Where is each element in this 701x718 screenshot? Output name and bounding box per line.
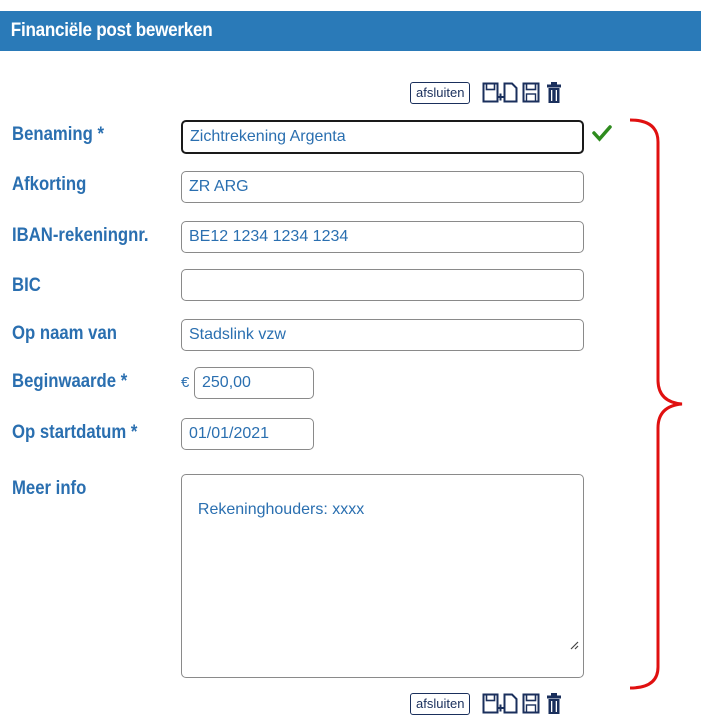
top-toolbar: afsluiten (410, 79, 562, 107)
iban-input[interactable]: BE12 1234 1234 1234 (181, 221, 584, 253)
save-new-icon[interactable] (482, 692, 518, 716)
bic-label: BIC (12, 275, 41, 296)
op-naam-van-label: Op naam van (12, 323, 118, 344)
afkorting-label: Afkorting (12, 174, 87, 195)
resize-handle-icon[interactable] (551, 619, 579, 673)
beginwaarde-label: Beginwaarde * (12, 371, 128, 392)
page-header: Financiële post bewerken (0, 11, 701, 51)
bic-input[interactable] (181, 269, 584, 301)
meer-info-label: Meer info (12, 478, 87, 499)
benaming-label: Benaming * (12, 124, 104, 145)
op-startdatum-label: Op startdatum * (12, 422, 138, 443)
op-startdatum-input[interactable]: 01/01/2021 (181, 418, 314, 450)
iban-label: IBAN-rekeningnr. (12, 225, 149, 246)
meer-info-text: Rekeninghouders: xxxx (197, 501, 365, 518)
valid-check-icon (592, 124, 612, 147)
op-naam-van-input[interactable]: Stadslink vzw (181, 319, 584, 351)
delete-icon[interactable] (546, 81, 562, 105)
meer-info-textarea[interactable]: Rekeninghouders: xxxx (181, 474, 584, 678)
beginwaarde-input[interactable]: 250,00 (194, 367, 314, 399)
delete-icon[interactable] (546, 692, 562, 716)
save-icon[interactable] (522, 692, 540, 716)
save-new-icon[interactable] (482, 81, 518, 105)
currency-symbol: € (181, 374, 190, 391)
close-button-bottom[interactable]: afsluiten (410, 693, 471, 715)
save-icon[interactable] (522, 81, 540, 105)
close-button[interactable]: afsluiten (410, 82, 471, 104)
bottom-toolbar: afsluiten (410, 690, 562, 718)
page-title: Financiële post bewerken (10, 20, 213, 41)
red-bracket-annotation (629, 118, 683, 690)
benaming-input[interactable]: Zichtrekening Argenta (181, 120, 584, 154)
afkorting-input[interactable]: ZR ARG (181, 171, 584, 203)
